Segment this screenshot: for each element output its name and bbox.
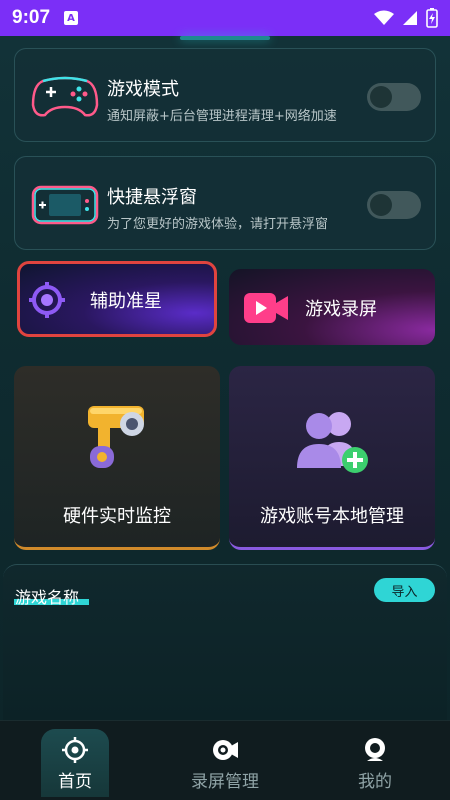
record-icon (213, 740, 238, 760)
aim-assist-label: 辅助准星 (90, 291, 162, 312)
game-mode-toggle[interactable] (367, 83, 421, 111)
account-manager-label: 游戏账号本地管理 (260, 506, 404, 527)
floating-window-subtitle: 为了您更好的游戏体验，请打开悬浮窗 (107, 217, 329, 232)
add-users-icon (297, 412, 368, 473)
profile-icon (365, 738, 385, 761)
top-glow-decoration (180, 36, 270, 40)
account-manager-tile[interactable]: 游戏账号本地管理 (229, 366, 435, 550)
wifi-icon (374, 10, 394, 25)
game-record-label: 游戏录屏 (305, 299, 377, 320)
home-content: 游戏模式 通知屏蔽+后台管理进程清理+网络加速 快捷悬浮窗 为了您更好的游戏体验… (0, 36, 450, 724)
nav-recordings-label: 录屏管理 (191, 772, 259, 792)
floating-window-title: 快捷悬浮窗 (107, 187, 197, 208)
status-time: 9:07 (12, 7, 51, 28)
nav-profile-label: 我的 (358, 772, 392, 792)
security-camera-icon (88, 406, 144, 468)
status-icons (374, 8, 438, 28)
crosshair-icon (29, 282, 65, 318)
bottom-nav: 首页 录屏管理 我的 (0, 720, 450, 800)
toggle-knob (370, 86, 392, 108)
signal-icon (403, 11, 417, 25)
floating-window-toggle[interactable] (367, 191, 421, 219)
nav-recordings[interactable]: 录屏管理 (150, 721, 300, 800)
hardware-monitor-tile[interactable]: 硬件实时监控 (14, 366, 220, 550)
hardware-monitor-label: 硬件实时监控 (63, 506, 171, 527)
status-bar: 9:07 A (0, 0, 450, 36)
crosshair-home-icon (62, 737, 88, 763)
nav-home-label: 首页 (58, 772, 92, 792)
import-button[interactable]: 导入 (374, 578, 435, 602)
video-camera-icon (244, 293, 288, 323)
gamepad-icon (29, 71, 101, 121)
aim-assist-tile[interactable]: 辅助准星 (17, 261, 217, 337)
nav-profile[interactable]: 我的 (300, 721, 450, 800)
floating-window-card: 快捷悬浮窗 为了您更好的游戏体验，请打开悬浮窗 (14, 156, 436, 250)
game-record-tile[interactable]: 游戏录屏 (229, 269, 435, 345)
battery-charging-icon (426, 8, 438, 28)
handheld-console-icon (29, 179, 101, 229)
game-mode-subtitle: 通知屏蔽+后台管理进程清理+网络加速 (107, 109, 337, 124)
games-panel: 游戏名称 导入 (3, 564, 447, 724)
games-panel-title: 游戏名称 (15, 588, 80, 607)
nav-home[interactable]: 首页 (0, 721, 150, 800)
toggle-knob (370, 194, 392, 216)
game-mode-card: 游戏模式 通知屏蔽+后台管理进程清理+网络加速 (14, 48, 436, 142)
notification-a-icon: A (64, 11, 79, 25)
game-mode-title: 游戏模式 (107, 79, 179, 100)
